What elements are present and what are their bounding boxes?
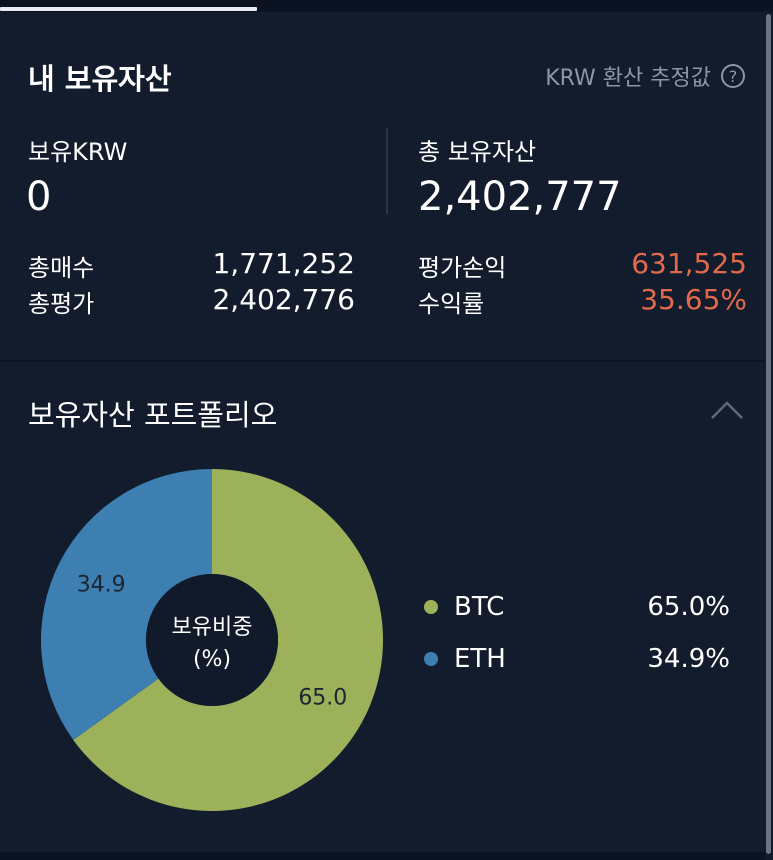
krw-conversion-label: KRW 환산 추정값 <box>545 66 711 91</box>
donut-center-unit: (%) <box>193 647 231 672</box>
top-tab-bar <box>0 0 773 12</box>
legend-name: BTC <box>454 592 505 622</box>
total-eval-label: 총평가 <box>28 290 95 318</box>
return-rate-label: 수익률 <box>418 290 485 318</box>
portfolio-donut-chart: 보유비중 (%) 65.0 34.9 <box>40 469 383 811</box>
krw-holding-label: 보유KRW <box>28 138 128 166</box>
donut-hole <box>146 574 278 706</box>
krw-conversion-note[interactable]: KRW 환산 추정값 ? <box>545 60 745 92</box>
total-buy-label: 총매수 <box>28 254 95 282</box>
legend-dot-btc <box>424 600 438 614</box>
pnl-value: 631,525 <box>631 247 747 280</box>
donut-slices <box>40 469 383 811</box>
legend-value: 34.9% <box>647 644 730 674</box>
donut-center-label: 보유비중 <box>172 615 253 640</box>
total-assets-value: 2,402,777 <box>418 174 622 220</box>
chevron-up-icon[interactable] <box>710 400 744 420</box>
help-icon[interactable]: ? <box>721 64 745 88</box>
legend-name: ETH <box>454 644 506 674</box>
krw-holding-value: 0 <box>26 174 52 220</box>
total-buy-value: 1,771,252 <box>212 247 355 280</box>
legend-item-btc: BTC 65.0% <box>424 592 730 622</box>
total-assets-label: 총 보유자산 <box>418 138 537 166</box>
legend-item-eth: ETH 34.9% <box>424 644 730 674</box>
my-assets-title: 내 보유자산 <box>28 62 172 96</box>
vertical-divider <box>386 128 388 214</box>
scrollbar[interactable] <box>766 14 771 854</box>
return-rate-value: 35.65% <box>640 283 747 316</box>
bottom-divider <box>0 852 765 860</box>
legend-value: 65.0% <box>647 592 730 622</box>
total-eval-value: 2,402,776 <box>212 283 355 316</box>
donut-label-btc: 65.0 <box>298 686 347 711</box>
active-tab-indicator <box>0 7 257 11</box>
portfolio-title: 보유자산 포트폴리오 <box>28 398 278 432</box>
legend-dot-eth <box>424 652 438 666</box>
pnl-label: 평가손익 <box>418 254 507 282</box>
donut-label-eth: 34.9 <box>77 572 126 597</box>
